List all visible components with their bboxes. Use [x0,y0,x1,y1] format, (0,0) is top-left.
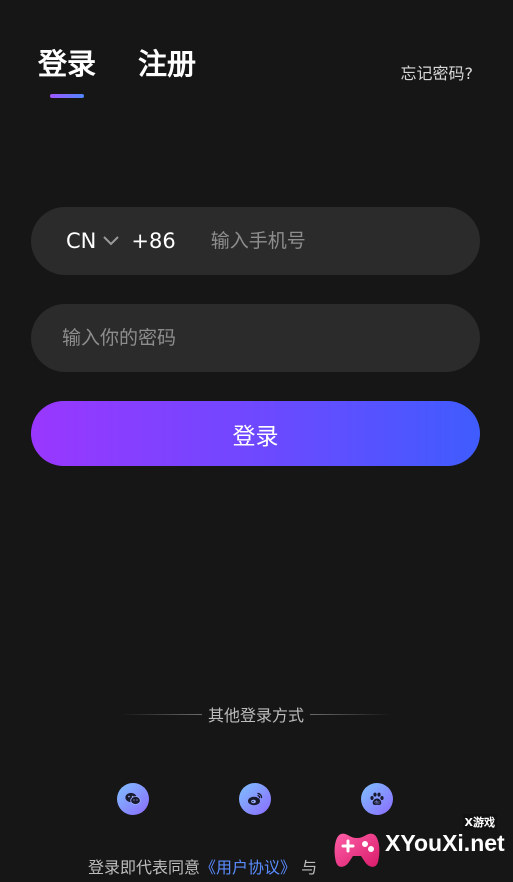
tab-login[interactable]: 登录 [38,44,97,98]
country-selector[interactable]: CN [66,229,120,253]
divider-left [120,713,202,715]
phone-input[interactable] [208,229,453,253]
password-input[interactable] [60,326,444,350]
login-button[interactable]: 登录 [31,401,480,466]
active-tab-indicator [50,94,84,98]
user-agreement-link[interactable]: 《用户协议》 [200,858,296,877]
agreement-connector: 与 [301,858,318,877]
chevron-down-icon [103,236,120,246]
wechat-login-button[interactable] [117,783,149,815]
divider-right [310,713,393,715]
tab-login-label: 登录 [38,47,97,81]
auth-tabs: 登录 注册 [38,44,196,98]
agreement-text: 登录即代表同意《用户协议》 与 [88,854,317,878]
agreement-prefix: 登录即代表同意 [88,858,201,877]
phone-field: CN +86 [31,207,480,275]
other-methods-label: 其他登录方式 [208,706,305,725]
password-field [31,304,480,372]
tab-register[interactable]: 注册 [138,44,196,84]
weibo-login-button[interactable] [239,783,271,815]
other-login-methods: 其他登录方式 [120,702,393,726]
country-code: CN [66,229,97,253]
svg-text:du: du [374,800,380,805]
watermark-site-name: XYouXi.net [385,830,505,856]
weibo-icon [248,792,263,806]
gamepad-logo-icon [334,833,380,867]
wechat-icon [125,792,141,805]
watermark-small-text: X游戏 [462,814,497,830]
baidu-login-button[interactable]: du [361,783,393,815]
tab-register-label: 注册 [138,47,197,81]
site-watermark: X游戏 XYouXi.net [331,814,507,874]
baidu-icon: du [370,792,384,805]
forgot-password-link[interactable]: 忘记密码? [401,60,474,84]
dial-code: +86 [131,229,176,253]
